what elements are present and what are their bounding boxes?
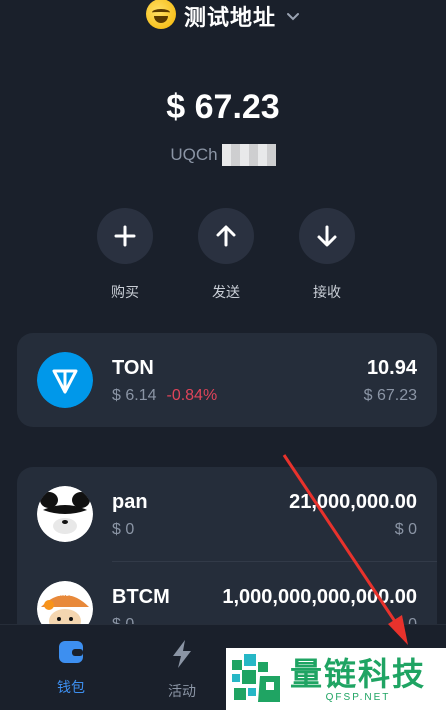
watermark-text: 量链科技 QFSP.NET [290,656,426,703]
wallet-icon [59,641,83,663]
address-redaction [221,144,276,166]
ton-logo-icon [37,352,93,408]
lightning-icon [173,640,191,668]
price-change: -0.84% [166,387,218,404]
token-price: $ 0 [112,521,135,538]
watermark-logo-icon [232,654,280,702]
nav-label-wallet: 钱包 [57,679,85,695]
chevron-down-icon [286,9,300,25]
address-row[interactable]: UQCh [0,144,446,166]
token-name: TON [112,357,154,379]
nav-tab-wallet[interactable]: 钱包 [31,639,111,697]
wallet-selector[interactable]: 测试地址 [0,0,446,32]
total-balance: $ 67.23 [166,88,280,126]
token-value: $ 67.23 [363,387,417,404]
nav-label-activity: 活动 [168,683,196,699]
panda-avatar-icon [37,486,93,542]
token-price: $ 6.14 [112,387,157,404]
plus-icon [97,208,153,264]
watermark-title: 量链科技 [290,655,427,692]
token-amount: 21,000,000.00 [289,491,417,513]
wallet-name: 测试地址 [183,5,276,30]
token-price-line: $ 6.14 -0.84% [112,387,217,405]
token-row-ton[interactable]: TON $ 6.14 -0.84% 10.94 $ 67.23 [17,333,437,427]
receive-label: 接收 [313,284,341,300]
nav-tab-activity[interactable]: 活动 [142,639,222,701]
watermark-overlay: 量链科技 QFSP.NET [226,648,446,710]
token-name: pan [112,491,148,513]
token-value: $ 0 [394,521,417,538]
token-amount: 1,000,000,000,000.00 [222,586,417,608]
send-label: 发送 [212,284,240,300]
token-amount: 10.94 [366,357,417,379]
arrow-up-icon [198,208,254,264]
token-name: BTCM [112,586,170,608]
arrow-down-icon [299,208,355,264]
laughing-emoji-icon [145,0,176,29]
buy-label: 购买 [111,284,139,300]
receive-button[interactable]: 接收 [298,208,356,302]
wallet-address: UQCh [170,145,218,164]
buy-button[interactable]: 购买 [96,208,154,302]
watermark-subtitle: QFSP.NET [325,691,391,703]
bitcoin-badge-text: Bitcoin [56,589,81,598]
send-button[interactable]: 发送 [197,208,255,302]
action-buttons: 购买 发送 接收 [96,208,356,302]
token-row-pan[interactable]: pan $ 0 21,000,000.00 $ 0 [17,467,437,561]
ton-token-card[interactable]: TON $ 6.14 -0.84% 10.94 $ 67.23 [17,333,437,427]
